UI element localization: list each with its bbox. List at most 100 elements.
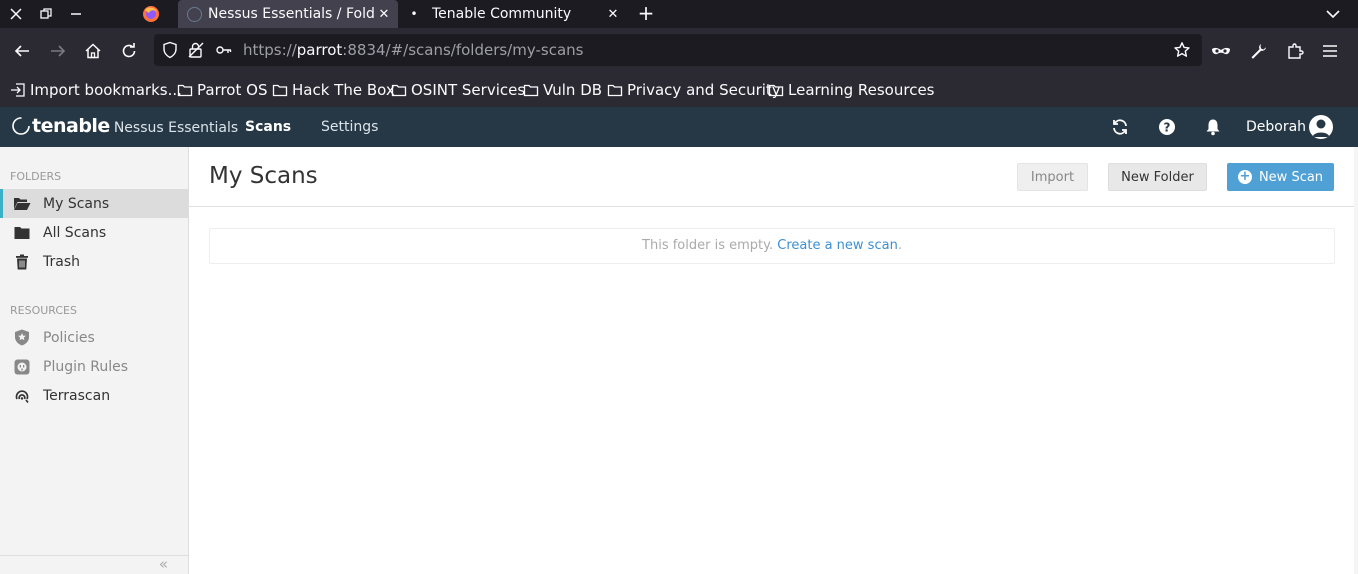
- sidebar-heading-folders: FOLDERS: [10, 170, 62, 183]
- terrascan-icon: [12, 386, 32, 406]
- nav-settings[interactable]: Settings: [321, 119, 378, 135]
- refresh-icon[interactable]: [1110, 117, 1130, 137]
- bookmark-folder-parrot-os[interactable]: Parrot OS: [177, 81, 267, 99]
- page-scrollbar[interactable]: [1354, 147, 1358, 574]
- bookmark-label: Learning Resources: [788, 81, 935, 99]
- new-scan-label: New Scan: [1258, 169, 1324, 185]
- tab-dot-icon: •: [410, 7, 418, 21]
- extensions-puzzle-icon[interactable]: [1284, 40, 1306, 62]
- bookmark-folder-osint-services[interactable]: OSINT Services: [391, 81, 525, 99]
- import-icon: [11, 83, 25, 97]
- sidebar-item-label: Trash: [43, 253, 80, 270]
- bookmark-folder-learning-resources[interactable]: Learning Resources: [768, 81, 935, 99]
- empty-folder-suffix: .: [897, 238, 902, 253]
- folder-icon: [607, 84, 623, 97]
- username[interactable]: Deborah: [1246, 119, 1306, 135]
- main-content: My Scans Import New Folder + New Scan Th…: [189, 147, 1354, 574]
- url-bar[interactable]: https://parrot:8834/#/scans/folders/my-s…: [154, 34, 1202, 66]
- tab-close-icon[interactable]: ✕: [375, 7, 393, 22]
- bell-notification-icon[interactable]: [1203, 117, 1223, 137]
- sidebar-item-trash[interactable]: Trash: [0, 247, 188, 276]
- import-button[interactable]: Import: [1017, 163, 1088, 191]
- bookmark-label: OSINT Services: [411, 81, 526, 99]
- sidebar-item-all-scans[interactable]: All Scans: [0, 218, 188, 247]
- sidebar-collapse-button[interactable]: «: [0, 555, 188, 574]
- sidebar-item-label: Terrascan: [43, 387, 111, 404]
- new-scan-button[interactable]: + New Scan: [1227, 163, 1334, 191]
- create-new-scan-link[interactable]: Create a new scan: [777, 238, 898, 253]
- tab-nessus[interactable]: Nessus Essentials / Folders / My Scans ✕: [178, 0, 398, 28]
- url-scheme: https://: [243, 41, 297, 59]
- empty-folder-message: This folder is empty. Create a new scan.: [209, 228, 1335, 264]
- home-icon[interactable]: [82, 40, 104, 62]
- new-tab-plus-icon[interactable]: +: [636, 3, 656, 24]
- app-header: tenable Nessus Essentials Scans Settings…: [0, 107, 1358, 147]
- back-arrow-icon[interactable]: [11, 40, 33, 62]
- insecure-lock-icon[interactable]: [187, 41, 205, 63]
- tab-title: Tenable Community: [432, 6, 572, 22]
- bookmark-label: Privacy and Security: [627, 81, 781, 99]
- bookmark-folder-hack-the-box[interactable]: Hack The Box: [272, 81, 395, 99]
- url-text[interactable]: https://parrot:8834/#/scans/folders/my-s…: [243, 41, 583, 59]
- wrench-icon[interactable]: [1247, 40, 1269, 62]
- folder-icon: [12, 223, 32, 243]
- bookmark-label: Parrot OS: [197, 81, 268, 99]
- loading-spinner-icon: [187, 6, 202, 22]
- tenable-logo[interactable]: tenable Nessus Essentials: [11, 115, 238, 137]
- folder-icon: [523, 84, 539, 97]
- folder-icon: [272, 84, 288, 97]
- tab-tenable-community[interactable]: • Tenable Community ✕: [404, 0, 624, 28]
- bookmark-import[interactable]: Import bookmarks...: [10, 81, 182, 99]
- forward-arrow-icon[interactable]: [47, 40, 69, 62]
- logo-product: Nessus Essentials: [113, 120, 239, 136]
- tab-close-icon[interactable]: ✕: [604, 7, 622, 22]
- trash-icon: [12, 252, 32, 272]
- window-restore-icon[interactable]: [36, 4, 56, 24]
- sidebar-item-policies[interactable]: Policies: [0, 323, 188, 352]
- sidebar: FOLDERS My Scans All Scans Trash RESOURC…: [0, 147, 189, 574]
- logo-brand: tenable: [32, 115, 110, 137]
- bookmark-folder-privacy-security[interactable]: Privacy and Security: [607, 81, 781, 99]
- svg-text:?: ?: [1164, 121, 1171, 135]
- sidebar-item-plugin-rules[interactable]: Plugin Rules: [0, 352, 188, 381]
- page-title: My Scans: [209, 163, 318, 189]
- empty-folder-text: This folder is empty.: [642, 238, 774, 253]
- folder-icon: [391, 84, 407, 97]
- sidebar-item-label: My Scans: [43, 195, 110, 212]
- tracking-shield-icon[interactable]: [161, 41, 179, 63]
- sidebar-item-label: Policies: [43, 329, 95, 346]
- browser-tab-bar: Nessus Essentials / Folders / My Scans ✕…: [0, 0, 1358, 28]
- sidebar-heading-resources: RESOURCES: [10, 304, 77, 317]
- help-icon[interactable]: ?: [1157, 117, 1177, 137]
- bookmarks-toolbar: Import bookmarks... Parrot OS Hack The B…: [0, 73, 1358, 107]
- private-mask-icon[interactable]: [1210, 40, 1232, 62]
- tab-list-chevron-down-icon[interactable]: [1323, 4, 1343, 24]
- window-close-icon[interactable]: [6, 4, 26, 24]
- title-divider: [189, 206, 1354, 207]
- folder-icon: [768, 84, 784, 97]
- sidebar-item-label: Plugin Rules: [43, 358, 129, 375]
- shield-icon: [12, 328, 32, 348]
- sidebar-item-terrascan[interactable]: Terrascan: [0, 381, 188, 410]
- hamburger-menu-icon[interactable]: [1319, 40, 1341, 62]
- sidebar-item-label: All Scans: [43, 224, 107, 241]
- key-icon[interactable]: [215, 41, 233, 63]
- bookmark-star-icon[interactable]: [1173, 41, 1191, 63]
- bookmark-label: Vuln DB: [543, 81, 603, 99]
- plus-circle-icon: +: [1237, 169, 1252, 184]
- browser-nav-bar: https://parrot:8834/#/scans/folders/my-s…: [0, 28, 1358, 73]
- reload-icon[interactable]: [118, 40, 140, 62]
- bookmark-label: Hack The Box: [292, 81, 395, 99]
- folder-open-icon: [12, 194, 32, 214]
- plugin-icon: [12, 357, 32, 377]
- nav-scans[interactable]: Scans: [245, 119, 291, 135]
- url-path: :8834/#/scans/folders/my-scans: [342, 41, 584, 59]
- tenable-swirl-icon: [12, 117, 30, 135]
- firefox-logo-icon: [141, 4, 161, 24]
- window-minimize-icon[interactable]: [66, 4, 86, 24]
- url-host: parrot: [296, 41, 343, 59]
- bookmark-folder-vuln-db[interactable]: Vuln DB: [523, 81, 602, 99]
- sidebar-item-my-scans[interactable]: My Scans: [0, 189, 188, 218]
- avatar-user-icon[interactable]: [1309, 115, 1333, 139]
- new-folder-button[interactable]: New Folder: [1108, 163, 1207, 191]
